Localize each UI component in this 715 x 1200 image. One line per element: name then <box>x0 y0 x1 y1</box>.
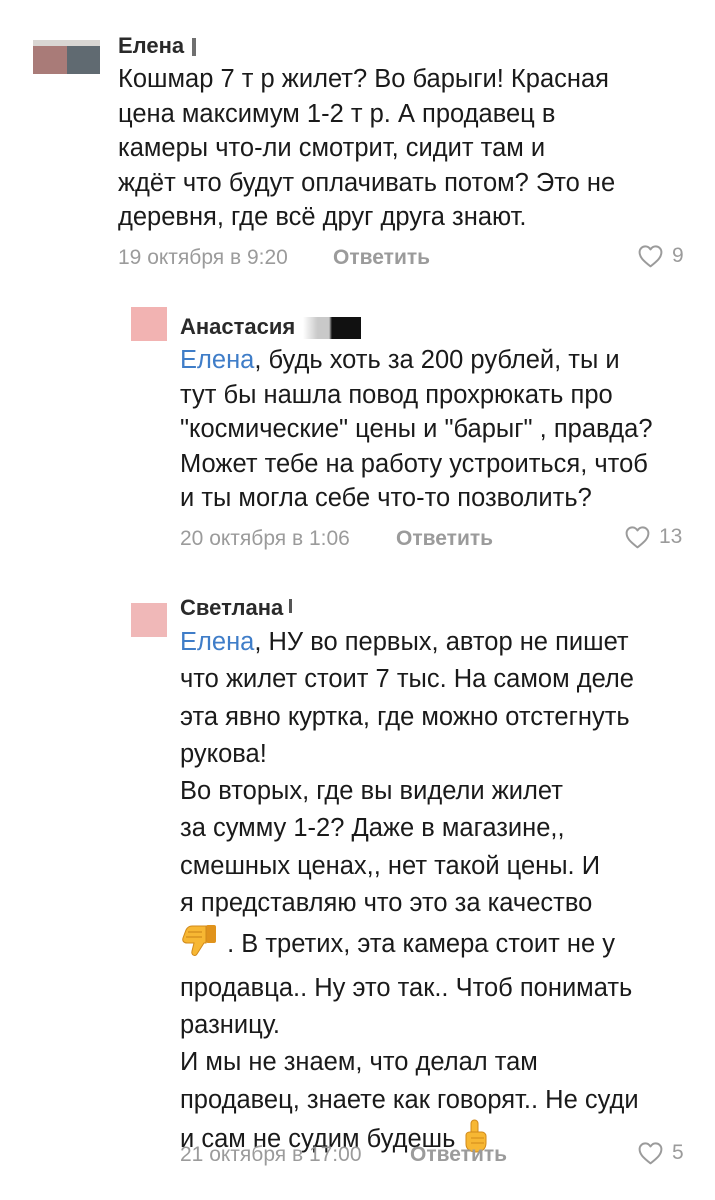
like-button[interactable]: 9 <box>637 244 684 268</box>
avatar-image <box>131 603 167 637</box>
heart-icon <box>638 1142 663 1165</box>
reply-button[interactable]: Ответить <box>333 246 430 270</box>
reply-button[interactable]: Ответить <box>396 527 493 551</box>
like-count: 9 <box>672 244 684 267</box>
thumbs-down-emoji-icon <box>180 922 220 969</box>
mention-link[interactable]: Елена <box>180 346 254 374</box>
comment-date: 21 октября в 17:00 <box>180 1143 362 1166</box>
comment-date: 20 октября в 1:06 <box>180 527 350 550</box>
comment-text: Елена, НУ во первых, автор не пишет что … <box>180 624 700 1164</box>
like-button[interactable]: 5 <box>637 1141 684 1165</box>
redacted-surname <box>192 38 197 57</box>
like-count: 5 <box>672 1141 684 1164</box>
reply-button[interactable]: Ответить <box>410 1143 507 1167</box>
avatar-image <box>33 40 100 74</box>
heart-icon <box>625 526 650 549</box>
redacted-surname <box>289 599 293 613</box>
mention-link[interactable]: Елена <box>180 628 254 656</box>
like-button[interactable]: 13 <box>624 525 682 549</box>
comment-date: 19 октября в 9:20 <box>118 246 288 269</box>
comment-author[interactable]: Анастасия <box>180 314 362 340</box>
comment-author[interactable]: Светлана <box>180 595 293 621</box>
avatar-image <box>131 307 167 341</box>
like-count: 13 <box>659 525 683 548</box>
avatar[interactable] <box>33 40 100 74</box>
comment-text: Кошмар 7 т р жилет? Во барыги! Красная ц… <box>118 65 616 231</box>
avatar[interactable] <box>131 307 167 341</box>
avatar[interactable] <box>131 603 167 637</box>
heart-icon <box>638 245 663 268</box>
redacted-surname <box>303 317 362 340</box>
comment-author[interactable]: Елена <box>118 33 197 59</box>
comment-text: Елена, будь хоть за 200 рублей, ты и тут… <box>180 346 653 512</box>
